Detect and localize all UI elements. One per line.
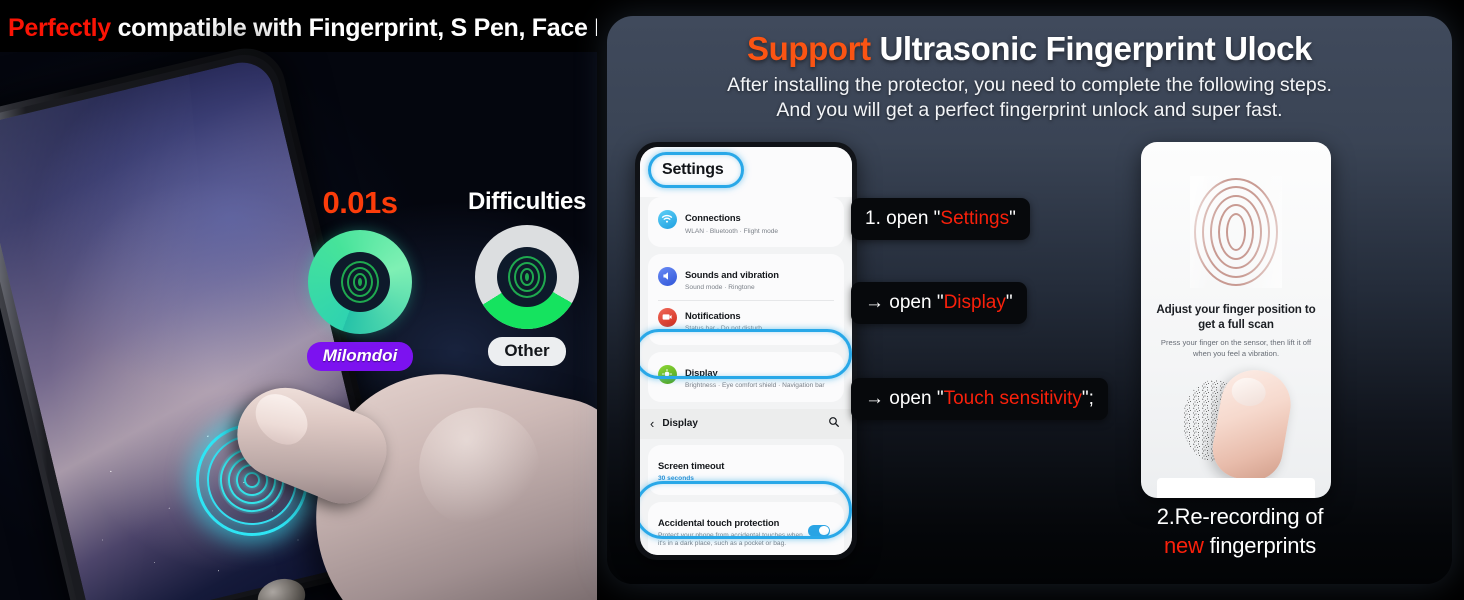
search-icon[interactable] [828, 415, 840, 433]
left-panel: Perfectly compatible with Fingerprint, S… [0, 0, 597, 600]
settings-row-screen-timeout[interactable]: Screen timeout 30 seconds [658, 452, 834, 488]
settings-screen-title: Settings [662, 161, 724, 178]
enroll-caption: 2.Re-recording of new fingerprints [1085, 502, 1395, 560]
phone-product-photo: 0.01s Milomdoi Difficulties Other [0, 40, 597, 600]
comparison-milomdoi-ring [308, 230, 412, 334]
settings-card-screen-timeout: Screen timeout 30 seconds [648, 444, 844, 495]
fingerprint-icon [1190, 176, 1282, 288]
fingerprint-icon [330, 252, 390, 312]
left-headline-accent: Perfectly [8, 14, 111, 42]
comparison-milomdoi-title: 0.01s [322, 185, 398, 220]
settings-row-desc: Protect your phone from accidental touch… [658, 532, 803, 548]
callout-step-3: → open "Touch sensitivity"; [851, 378, 1108, 420]
settings-row-name: Screen timeout [658, 459, 725, 471]
enroll-subtext: Press your finger on the sensor, then li… [1160, 338, 1312, 358]
settings-row-name: Notifications [685, 309, 741, 321]
enroll-caption-line-1: 2.Re-recording of [1156, 504, 1324, 529]
notification-icon [658, 307, 677, 327]
settings-row-sounds[interactable]: Sounds and vibration Sound mode · Ringto… [658, 261, 834, 297]
settings-topbar: Settings [640, 147, 852, 197]
hand-illustration [224, 351, 597, 600]
finger-nail [1229, 375, 1268, 409]
fingerprint-icon [497, 247, 557, 307]
right-panel: Support Ultrasonic Fingerprint Ulock Aft… [607, 16, 1452, 584]
callout-accent: Touch sensitivity [943, 388, 1082, 409]
callout-prefix: 1. open " [865, 208, 941, 229]
ring-center [330, 252, 390, 312]
settings-row-desc: Status bar · Do not disturb [685, 325, 762, 333]
comparison-milomdoi: 0.01s Milomdoi [296, 185, 424, 371]
right-panel-title-accent: Support [747, 30, 871, 67]
settings-card-display: Display Brightness · Eye comfort shield … [648, 351, 844, 402]
callout-suffix: " [1005, 292, 1013, 313]
settings-row-notifications[interactable]: Notifications Status bar · Do not distur… [658, 302, 834, 338]
thumb-nail [245, 384, 317, 454]
display-icon [658, 364, 677, 384]
fingerprint-enroll-mockup: Adjust your finger position to get a ful… [1141, 142, 1331, 498]
settings-row-name: Accidental touch protection [658, 516, 780, 528]
enroll-heading: Adjust your finger position to get a ful… [1156, 303, 1316, 331]
settings-divider [658, 299, 834, 301]
settings-row-text: Display Brightness · Eye comfort shield … [685, 363, 825, 391]
ring-center [497, 247, 557, 307]
settings-row-accidental-touch[interactable]: Accidental touch protection Protect your… [658, 509, 834, 553]
brand-badge-other: Other [488, 337, 566, 366]
settings-row-text: Notifications Status bar · Do not distur… [685, 306, 762, 334]
enroll-caption-line-2: fingerprints [1203, 533, 1317, 558]
settings-row-value: 30 seconds [658, 475, 694, 483]
hand-highlight [408, 396, 551, 539]
settings-phone-mockup: Settings Connections WLAN · Bluetooth · … [635, 142, 857, 560]
settings-row-connections[interactable]: Connections WLAN · Bluetooth · Flight mo… [658, 204, 834, 240]
settings-row-desc: Brightness · Eye comfort shield · Naviga… [685, 382, 825, 390]
right-panel-title-rest: Ultrasonic Fingerprint Ulock [870, 30, 1312, 67]
callout-step-1: 1. open "Settings" [851, 198, 1030, 240]
settings-phone-screen: Settings Connections WLAN · Bluetooth · … [640, 147, 852, 555]
subtitle-line-1: After installing the protector, you need… [727, 74, 1332, 96]
enroll-caption-accent: new [1163, 533, 1204, 558]
brand-badge-milomdoi: Milomdoi [306, 342, 414, 371]
settings-row-text: Connections WLAN · Bluetooth · Flight mo… [685, 208, 778, 236]
sound-icon [658, 266, 677, 286]
settings-card-sounds-notifications: Sounds and vibration Sound mode · Ringto… [648, 253, 844, 345]
callout-accent: Display [943, 292, 1006, 313]
comparison-other-title: Difficulties [468, 188, 586, 215]
settings-row-desc: WLAN · Bluetooth · Flight mode [685, 227, 779, 235]
callout-suffix: " [1009, 208, 1016, 229]
settings-row-name: Sounds and vibration [685, 268, 779, 280]
display-subscreen-header: ‹ Display [640, 408, 852, 439]
settings-row-text: Sounds and vibration Sound mode · Ringto… [685, 265, 779, 293]
fingerprint-scan-sweep [1190, 176, 1282, 288]
settings-row-name: Display [685, 366, 718, 378]
chevron-left-icon[interactable]: ‹ [650, 417, 654, 430]
comparison-other-ring [475, 225, 579, 329]
callout-prefix: → open " [865, 292, 944, 313]
settings-row-desc: Sound mode · Ringtone [685, 284, 755, 292]
settings-row-name: Connections [685, 212, 741, 223]
settings-row-display[interactable]: Display Brightness · Eye comfort shield … [658, 359, 834, 395]
infographic-canvas: Perfectly compatible with Fingerprint, S… [0, 0, 1464, 600]
callout-accent: Settings [940, 208, 1010, 229]
callout-prefix: → open " [865, 388, 944, 409]
accidental-touch-toggle[interactable] [808, 524, 830, 537]
enroll-bottom-bar [1157, 478, 1315, 498]
comparison-other: Difficulties Other [460, 188, 594, 366]
subtitle-line-2: And you will get a perfect fingerprint u… [776, 99, 1283, 121]
right-panel-title: Support Ultrasonic Fingerprint Ulock [607, 30, 1452, 68]
settings-card-accidental-touch: Accidental touch protection Protect your… [648, 501, 844, 555]
display-subscreen-title: Display [662, 418, 698, 430]
settings-card-connections: Connections WLAN · Bluetooth · Flight mo… [648, 197, 844, 247]
settings-row-text: Screen timeout 30 seconds [658, 456, 724, 484]
callout-suffix: "; [1081, 388, 1094, 409]
callout-step-2: → open "Display" [851, 282, 1027, 324]
wifi-icon [658, 210, 677, 229]
right-panel-subtitle: After installing the protector, you need… [607, 73, 1452, 123]
